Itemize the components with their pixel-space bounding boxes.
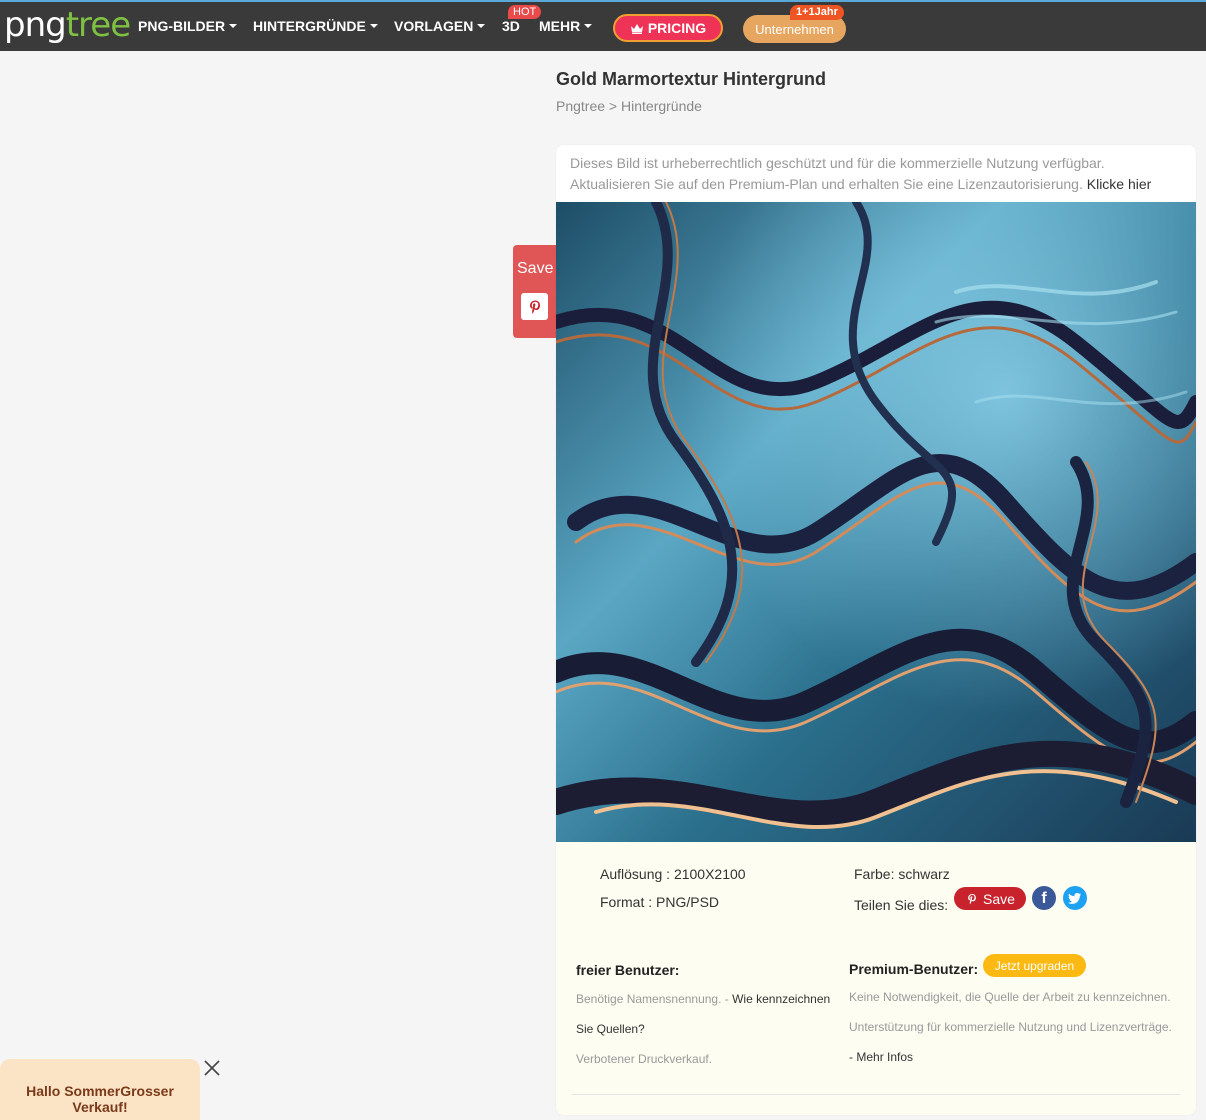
copyright-notice: Dieses Bild ist urheberrechtlich geschüt… [570,153,1180,195]
marble-texture-graphic [556,202,1196,842]
caret-down-icon [584,24,593,28]
logo-text-png: png [4,5,67,45]
notice-link[interactable]: Klicke hier [1087,176,1152,192]
logo-text-tree: tree [65,5,131,45]
image-detail-card: Dieses Bild ist urheberrechtlich geschüt… [556,145,1196,1115]
marble-preview-image[interactable] [556,202,1196,842]
premium-user-title: Premium-Benutzer: [849,961,979,977]
pinterest-share-button[interactable]: Save [954,887,1026,910]
nav-vorlagen[interactable]: VORLAGEN [394,18,486,34]
breadcrumb-home[interactable]: Pngtree [556,98,605,114]
how-to-attribute-link[interactable]: Wie kennzeichnen [732,992,830,1006]
nav-3d[interactable]: 3D [502,18,520,34]
pinterest-icon [968,893,976,904]
nav-mehr[interactable]: MEHR [539,18,593,34]
caret-down-icon [369,24,378,28]
more-info-link[interactable]: Mehr Infos [856,1050,913,1064]
promo-text: Hallo SommerGrosser Verkauf! [26,1083,174,1115]
free-user-line1: Benötige Namensnennung. - Wie kennzeichn… [576,992,830,1006]
caret-down-icon [477,24,486,28]
breadcrumb-separator: > [605,98,622,114]
resolution-text: Auflösung : 2100X2100 [600,866,746,882]
color-text: Farbe: schwarz [854,866,950,882]
pricing-button[interactable]: PRICING [613,14,723,42]
nav-label: VORLAGEN [394,18,474,34]
nav-label: 3D [502,18,520,34]
notice-text: Dieses Bild ist urheberrechtlich geschüt… [570,155,1105,192]
business-badge: 1+1Jahr [790,5,844,20]
side-save-label: Save [517,260,554,277]
share-save-label: Save [983,890,1015,907]
business-label: Unternehmen [755,21,834,37]
nav-label: HINTERGRÜNDE [253,18,366,34]
pngtree-logo[interactable]: pngtree [4,5,131,45]
pinterest-icon [521,293,548,320]
pricing-label: PRICING [647,20,707,36]
breadcrumb-current[interactable]: Hintergründe [621,98,702,114]
attribution-text: Benötige Namensnennung. - [576,992,733,1006]
twitter-share-icon[interactable] [1063,886,1087,910]
nav-label: PNG-BILDER [138,18,226,34]
premium-more: - Mehr Infos [849,1050,913,1064]
pinterest-side-save-button[interactable]: Save [513,245,556,338]
free-user-line2: Sie Quellen? [576,1022,645,1036]
image-info-panel: Auflösung : 2100X2100 Format : PNG/PSD F… [556,842,1196,1115]
breadcrumb: Pngtree > Hintergründe [556,98,702,114]
how-to-attribute-link-cont[interactable]: Sie Quellen? [576,1022,645,1036]
facebook-share-icon[interactable]: f [1032,886,1056,910]
free-user-line3: Verbotener Druckverkauf. [576,1052,713,1066]
page-title: Gold Marmortextur Hintergrund [556,69,827,89]
divider [572,1094,1180,1095]
hot-badge: HOT [508,5,542,19]
nav-hintergruende[interactable]: HINTERGRÜNDE [253,18,378,34]
share-label: Teilen Sie dies: [854,897,949,913]
top-navbar: pngtree PNG-BILDER HINTERGRÜNDE VORLAGEN… [0,0,1206,51]
free-user-title: freier Benutzer: [576,962,680,978]
caret-down-icon [229,24,238,28]
summer-sale-promo[interactable]: Hallo SommerGrosser Verkauf! [0,1059,200,1120]
upgrade-button[interactable]: Jetzt upgraden [983,954,1086,977]
format-text: Format : PNG/PSD [600,894,720,910]
premium-line2: Unterstützung für kommerzielle Nutzung u… [849,1020,1172,1034]
nav-png-bilder[interactable]: PNG-BILDER [138,18,238,34]
nav-label: MEHR [539,18,581,34]
premium-line1: Keine Notwendigkeit, die Quelle der Arbe… [849,990,1171,1004]
close-icon[interactable] [203,1059,221,1077]
upgrade-label: Jetzt upgraden [994,958,1075,973]
crown-icon [630,23,643,34]
